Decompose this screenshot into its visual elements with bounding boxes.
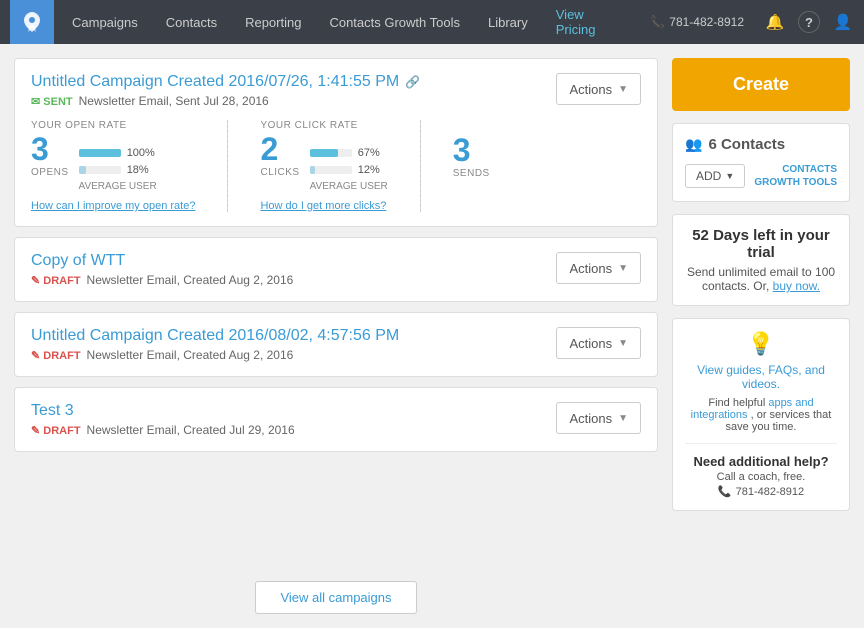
open-rate-link[interactable]: How can I improve my open rate? xyxy=(31,200,195,212)
actions-button-4[interactable]: Actions ▼ xyxy=(556,402,641,434)
opens-count: 3 xyxy=(31,133,69,165)
campaign-meta: ✉ SENT Newsletter Email, Sent Jul 28, 20… xyxy=(31,94,556,108)
trial-box: 52 Days left in your trial Send unlimite… xyxy=(672,214,850,306)
phone-icon: 📞 xyxy=(650,15,665,29)
nav-view-pricing[interactable]: View Pricing xyxy=(542,7,641,37)
nav-item-contacts[interactable]: Contacts xyxy=(152,0,231,44)
campaign-type-date: Newsletter Email, Created Aug 2, 2016 xyxy=(87,348,294,362)
click-rate-link[interactable]: How do I get more clicks? xyxy=(260,200,387,212)
nav-phone: 📞 781-482-8912 xyxy=(640,15,754,29)
trial-text: Send unlimited email to 100 contacts. Or… xyxy=(685,265,837,293)
actions-chevron-icon: ▼ xyxy=(618,338,628,349)
nav-item-campaigns[interactable]: Campaigns xyxy=(58,0,152,44)
campaign-meta: ✎ DRAFT Newsletter Email, Created Aug 2,… xyxy=(31,273,556,287)
help-icon[interactable]: ? xyxy=(798,11,820,33)
help-box: 💡 View guides, FAQs, and videos. Find he… xyxy=(672,318,850,511)
trial-days: 52 Days left in your trial xyxy=(685,227,837,261)
open-rate-label: YOUR OPEN RATE xyxy=(31,120,195,131)
help-phone: 781-482-8912 xyxy=(736,486,805,498)
contacts-people-icon: 👥 xyxy=(685,136,702,153)
guides-link[interactable]: View guides, FAQs, and videos. xyxy=(697,363,825,391)
campaign-type-date: Newsletter Email, Sent Jul 28, 2016 xyxy=(79,94,269,108)
clicks-count: 2 xyxy=(260,133,299,165)
campaigns-list: Untitled Campaign Created 2016/07/26, 1:… xyxy=(14,58,658,577)
campaign-type-date: Newsletter Email, Created Jul 29, 2016 xyxy=(87,423,295,437)
campaign-status: ✎ DRAFT xyxy=(31,424,81,437)
campaign-meta: ✎ DRAFT Newsletter Email, Created Aug 2,… xyxy=(31,348,556,362)
stat-divider-1 xyxy=(227,120,228,212)
campaign-title[interactable]: Untitled Campaign Created 2016/08/02, 4:… xyxy=(31,327,556,345)
add-chevron-icon: ▼ xyxy=(725,171,734,181)
campaign-type-date: Newsletter Email, Created Aug 2, 2016 xyxy=(87,273,294,287)
call-coach-text: Call a coach, free. xyxy=(685,471,837,483)
apps-text: Find helpful apps and integrations , or … xyxy=(685,397,837,433)
campaign-card-3: Untitled Campaign Created 2016/08/02, 4:… xyxy=(14,312,658,377)
campaign-status: ✉ SENT xyxy=(31,95,73,108)
help-phone-row: 📞 781-482-8912 xyxy=(685,485,837,498)
stat-divider-2 xyxy=(420,120,421,212)
actions-button-1[interactable]: Actions ▼ xyxy=(556,73,641,105)
contacts-growth-tools-link[interactable]: CONTACTS GROWTH TOOLS xyxy=(745,163,837,189)
actions-chevron-icon: ▼ xyxy=(618,413,628,424)
buy-now-link[interactable]: buy now. xyxy=(773,279,820,293)
click-rate-label: YOUR CLICK RATE xyxy=(260,120,387,131)
actions-chevron-icon: ▼ xyxy=(618,84,628,95)
campaign-status: ✎ DRAFT xyxy=(31,274,81,287)
actions-button-3[interactable]: Actions ▼ xyxy=(556,327,641,359)
contacts-count: 6 Contacts xyxy=(708,136,785,153)
app-logo[interactable] xyxy=(10,0,54,44)
top-nav: CampaignsContactsReportingContacts Growt… xyxy=(0,0,864,44)
link-icon: 🔗 xyxy=(405,75,420,89)
campaign-card-4: Test 3 ✎ DRAFT Newsletter Email, Created… xyxy=(14,387,658,452)
additional-help-title: Need additional help? xyxy=(685,454,837,469)
notifications-icon[interactable]: 🔔 xyxy=(760,0,790,44)
view-all-campaigns-button[interactable]: View all campaigns xyxy=(255,581,416,614)
add-contacts-button[interactable]: ADD ▼ xyxy=(685,164,745,188)
campaign-title[interactable]: Test 3 xyxy=(31,402,556,420)
actions-chevron-icon: ▼ xyxy=(618,263,628,274)
sends-count: 3 xyxy=(453,134,471,166)
nav-item-cgt[interactable]: Contacts Growth Tools xyxy=(315,0,474,44)
create-button[interactable]: Create xyxy=(672,58,850,111)
lightbulb-icon: 💡 xyxy=(685,331,837,357)
nav-item-library[interactable]: Library xyxy=(474,0,542,44)
contacts-box: 👥 6 Contacts ADD ▼ CONTACTS GROWTH TOOLS xyxy=(672,123,850,202)
campaigns-panel: Untitled Campaign Created 2016/07/26, 1:… xyxy=(14,58,658,614)
campaign-status: ✎ DRAFT xyxy=(31,349,81,362)
nav-item-reporting[interactable]: Reporting xyxy=(231,0,315,44)
campaign-card-1: Untitled Campaign Created 2016/07/26, 1:… xyxy=(14,58,658,227)
actions-button-2[interactable]: Actions ▼ xyxy=(556,252,641,284)
phone2-icon: 📞 xyxy=(718,485,732,498)
campaign-title[interactable]: Untitled Campaign Created 2016/07/26, 1:… xyxy=(31,73,556,91)
user-icon[interactable]: 👤 xyxy=(828,0,858,44)
campaign-meta: ✎ DRAFT Newsletter Email, Created Jul 29… xyxy=(31,423,556,437)
campaign-title[interactable]: Copy of WTT xyxy=(31,252,556,270)
campaign-card-2: Copy of WTT ✎ DRAFT Newsletter Email, Cr… xyxy=(14,237,658,302)
sidebar: Create 👥 6 Contacts ADD ▼ CONTACTS GROWT… xyxy=(672,58,850,614)
